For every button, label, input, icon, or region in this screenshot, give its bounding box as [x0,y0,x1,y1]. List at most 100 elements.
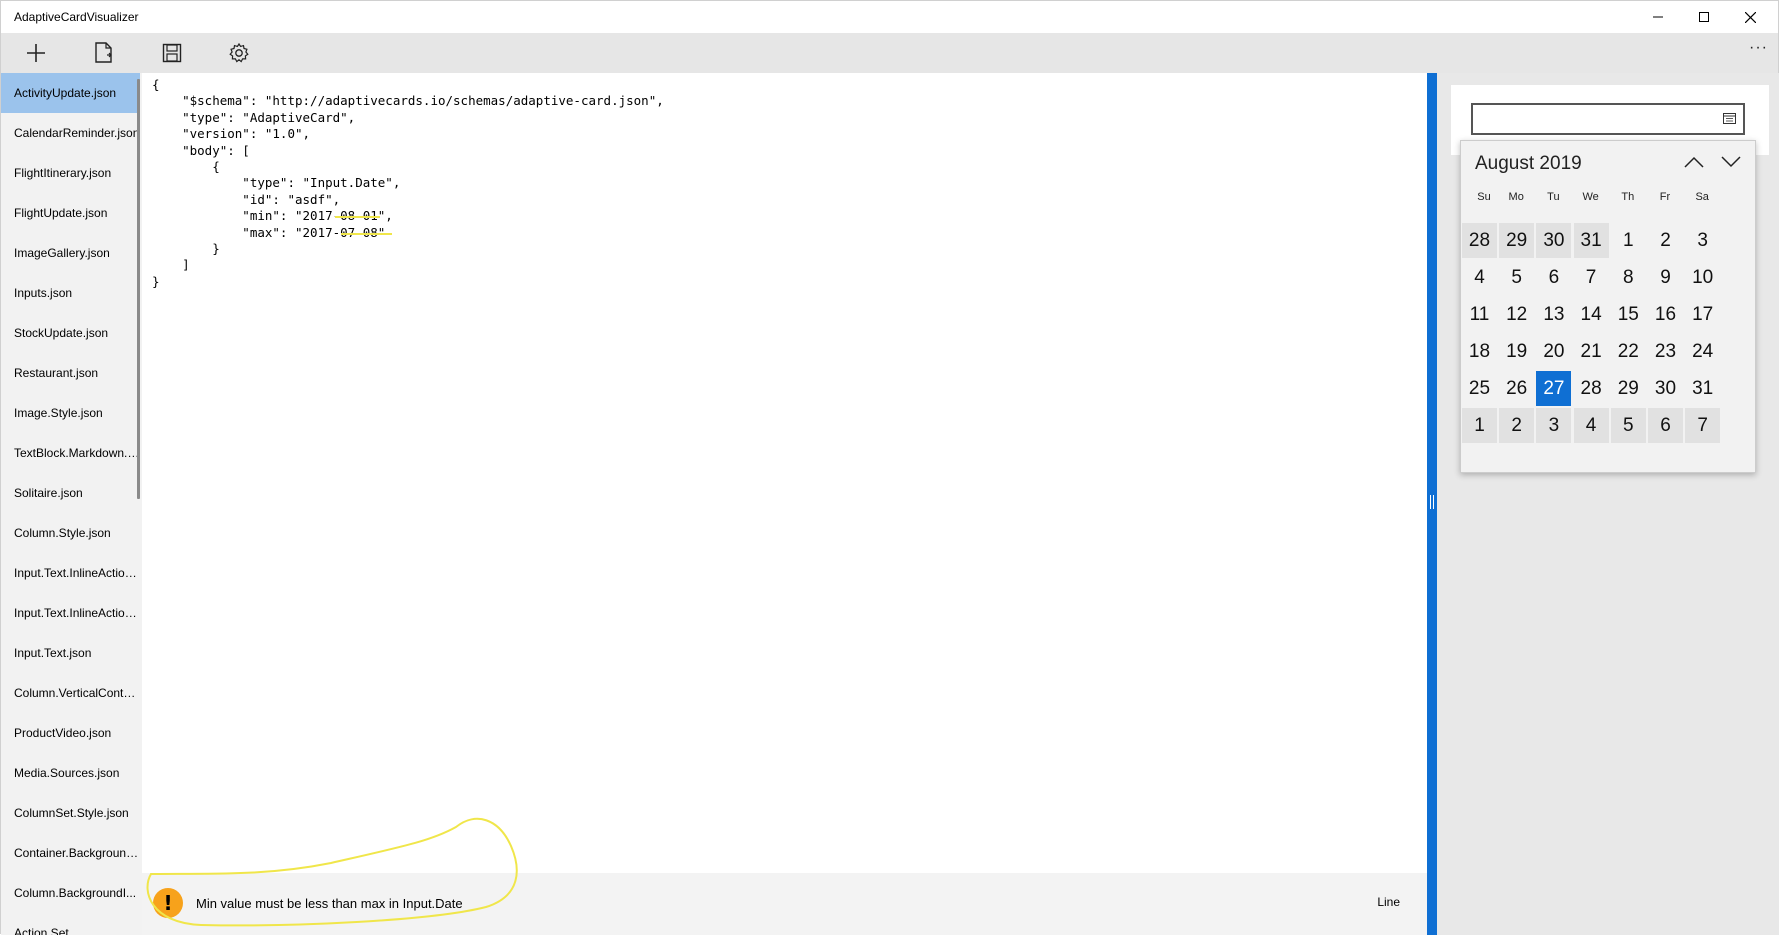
json-editor[interactable]: { "$schema": "http://adaptivecards.io/sc… [142,73,1427,873]
calendar-day-name: Th [1621,191,1635,203]
calendar-day-cell[interactable]: 2 [1499,408,1535,443]
toolbar: ··· [1,33,1778,73]
calendar-day-cell[interactable]: 26 [1499,371,1535,406]
calendar-day-cell[interactable]: 1 [1610,223,1646,258]
calendar-day-cell[interactable]: 3 [1536,408,1572,443]
line-label: Line [1377,895,1400,909]
calendar-day-cell[interactable]: 11 [1462,297,1497,332]
calendar-flyout: August 2019 Su Mo Tu We Th Fr Sa 28 29 30 31 1 2 3 4 5… [1460,140,1756,473]
sidebar-item[interactable]: Solitaire.json [1,473,140,513]
sidebar-item[interactable]: ProductVideo.json [1,713,140,753]
calendar-day-cell[interactable]: 5 [1610,408,1646,443]
json-code[interactable]: { "$schema": "http://adaptivecards.io/sc… [152,77,664,290]
calendar-day-cell[interactable]: 13 [1536,297,1572,332]
sidebar-item[interactable]: FlightUpdate.json [1,193,140,233]
settings-button[interactable] [215,33,263,73]
sidebar-item[interactable]: TextBlock.Markdown.json [1,433,140,473]
calendar-day-cell[interactable]: 29 [1499,223,1535,258]
sidebar-item[interactable]: ActivityUpdate.json [1,73,140,113]
calendar-day-cell[interactable]: 29 [1610,371,1646,406]
chevron-down-icon [1721,156,1741,168]
calendar-day-cell[interactable]: 21 [1573,334,1609,369]
calendar-day-cell[interactable]: 30 [1648,371,1683,406]
calendar-day-cell[interactable]: 24 [1685,334,1721,369]
calendar-day-cell[interactable]: 25 [1462,371,1497,406]
calendar-day-cell[interactable]: 31 [1685,371,1721,406]
sidebar-item[interactable]: Input.Text.json [1,633,140,673]
save-icon [162,43,182,63]
sidebar-item[interactable]: FlightItinerary.json [1,153,140,193]
calendar-day-cell[interactable]: 6 [1648,408,1683,443]
more-options-button[interactable]: ··· [1749,39,1768,57]
open-button[interactable] [80,33,128,73]
sidebar-item[interactable]: Input.Text.InlineAction... [1,553,140,593]
minimize-icon [1653,16,1663,18]
document-icon [95,42,112,63]
warning-icon: ! [153,888,183,918]
splitter-grip[interactable] [1430,495,1434,509]
calendar-day-cell[interactable]: 9 [1648,260,1683,295]
calendar-day-cell[interactable]: 28 [1462,223,1497,258]
calendar-day-cell[interactable]: 15 [1610,297,1646,332]
calendar-day-name: Fr [1659,191,1671,203]
calendar-day-cell[interactable]: 23 [1648,334,1683,369]
calendar-day-cell[interactable]: 19 [1499,334,1535,369]
sidebar-item[interactable]: ImageGallery.json [1,233,140,273]
maximize-button[interactable] [1681,1,1727,33]
calendar-day-cell[interactable]: 20 [1536,334,1572,369]
sidebar-item[interactable]: Column.Style.json [1,513,140,553]
calendar-day-cell[interactable]: 27 [1536,371,1572,406]
error-message[interactable]: Min value must be less than max in Input… [196,896,463,911]
calendar-day-cell[interactable]: 4 [1573,408,1609,443]
app-window: AdaptiveCardVisualizer ··· ActivityUpdat… [0,0,1779,935]
sidebar-item[interactable]: Container.Background... [1,833,140,873]
max-value-annotation [341,233,392,235]
error-status-bar: ! Min value must be less than max in Inp… [142,873,1427,935]
sidebar-item[interactable]: CalendarReminder.json [1,113,140,153]
calendar-month-label[interactable]: August 2019 [1475,153,1582,175]
calendar-day-cell[interactable]: 18 [1462,334,1497,369]
sidebar-item[interactable]: Inputs.json [1,273,140,313]
calendar-day-cell[interactable]: 10 [1685,260,1721,295]
calendar-day-name: Sa [1695,191,1709,203]
sidebar-item[interactable]: ColumnSet.Style.json [1,793,140,833]
calendar-day-cell[interactable]: 28 [1573,371,1609,406]
calendar-day-cell[interactable]: 6 [1536,260,1572,295]
calendar-icon [1723,113,1736,124]
calendar-day-cell[interactable]: 30 [1536,223,1572,258]
sidebar-item[interactable]: Column.VerticalConte... [1,673,140,713]
calendar-day-cell[interactable]: 3 [1685,223,1721,258]
sidebar-item[interactable]: Image.Style.json [1,393,140,433]
sidebar-item[interactable]: Input.Text.InlineAction... [1,593,140,633]
calendar-day-cell[interactable]: 5 [1499,260,1535,295]
calendar-day-cell[interactable]: 12 [1499,297,1535,332]
calendar-day-cell[interactable]: 2 [1648,223,1683,258]
next-month-button[interactable] [1716,149,1746,175]
sidebar-item[interactable]: Column.BackgroundI... [1,873,140,913]
sidebar-scrollbar[interactable] [137,79,140,499]
sidebar-item[interactable]: Media.Sources.json [1,753,140,793]
calendar-day-cell[interactable]: 17 [1685,297,1721,332]
new-button[interactable] [12,33,60,73]
pane-splitter[interactable] [1427,73,1437,935]
sample-file-list: ActivityUpdate.json CalendarReminder.json… [1,73,142,935]
date-input[interactable] [1471,103,1745,135]
sidebar-item[interactable]: Restaurant.json [1,353,140,393]
sidebar-item[interactable]: StockUpdate.json [1,313,140,353]
calendar-day-cell[interactable]: 22 [1610,334,1646,369]
calendar-day-cell[interactable]: 7 [1685,408,1721,443]
min-value-annotation [335,216,380,218]
save-button[interactable] [148,33,196,73]
calendar-day-cell[interactable]: 4 [1462,260,1497,295]
calendar-day-cell[interactable]: 8 [1610,260,1646,295]
calendar-day-cell[interactable]: 7 [1573,260,1609,295]
close-button[interactable] [1727,1,1773,33]
calendar-day-cell[interactable]: 14 [1573,297,1609,332]
calendar-day-cell[interactable]: 16 [1648,297,1683,332]
sidebar-item[interactable]: Action.Set... [1,913,140,935]
previous-month-button[interactable] [1679,149,1709,175]
calendar-day-name: Tu [1547,191,1560,203]
calendar-day-cell[interactable]: 31 [1573,223,1609,258]
minimize-button[interactable] [1635,1,1681,33]
calendar-day-cell[interactable]: 1 [1462,408,1497,443]
